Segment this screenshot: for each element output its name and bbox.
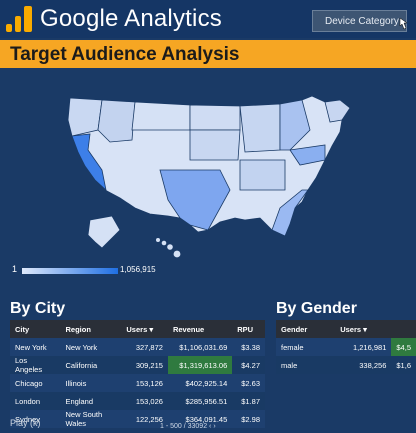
page-title: Target Audience Analysis: [10, 44, 240, 65]
mouse-cursor-icon: [399, 18, 408, 30]
hawaii-state: [156, 238, 181, 258]
cell: New York: [10, 338, 61, 356]
cell: female: [276, 338, 336, 356]
cell: 338,256: [335, 356, 392, 374]
cell: $2.63: [232, 374, 265, 392]
cell: 153,126: [121, 374, 168, 392]
table-row[interactable]: Sydney New South Wales 122,256 $364,091.…: [10, 410, 265, 428]
play-label: Play (k): [10, 418, 41, 428]
cell: Los Angeles: [10, 356, 61, 374]
us-states: [67, 95, 351, 237]
brand-name: Google Analytics: [40, 5, 222, 32]
column-header-users-sorted[interactable]: Users ▾: [121, 320, 168, 338]
cell: $285,956.51: [167, 392, 233, 410]
title-banner: Target Audience Analysis: [0, 40, 416, 68]
cell: $1,6: [391, 356, 416, 374]
table-row[interactable]: Chicago Illinois 153,126 $402,925.14 $2.…: [10, 374, 265, 392]
device-category-button[interactable]: Device Category: [312, 10, 407, 32]
cell: male: [276, 356, 336, 374]
cell: $4.27: [232, 356, 265, 374]
legend-min-label: 1: [12, 264, 18, 274]
table-row[interactable]: Los Angeles California 309,215 $1,319,61…: [10, 356, 265, 374]
cell: New York: [60, 338, 122, 356]
table-row[interactable]: London England 153,026 $285,956.51 $1.87: [10, 392, 265, 410]
column-header-users-sorted[interactable]: Users ▾: [335, 320, 392, 338]
cell: $1.87: [232, 392, 265, 410]
gender-table: Gender Users ▾ female 1,216,981 $4,5 mal…: [276, 320, 416, 374]
cell: $402,925.14: [167, 374, 233, 392]
cell: New South Wales: [60, 410, 122, 428]
cell: $1,106,031.69: [167, 338, 233, 356]
column-header[interactable]: Revenue: [167, 320, 233, 338]
column-header[interactable]: RPU: [232, 320, 265, 338]
by-city-title: By City: [10, 300, 66, 317]
cell: California: [60, 356, 122, 374]
cell: $3.38: [232, 338, 265, 356]
city-table: City Region Users ▾ Revenue RPU New York…: [10, 320, 265, 428]
table-row[interactable]: male 338,256 $1,6: [276, 356, 416, 374]
app-header: Google Analytics Device Category: [0, 0, 416, 38]
legend-color-scale: [22, 268, 118, 274]
table-row[interactable]: female 1,216,981 $4,5: [276, 338, 416, 356]
cell: $4,5: [391, 338, 416, 356]
cell: London: [10, 392, 61, 410]
cell: 1,216,981: [335, 338, 392, 356]
legend-max-label: 1,056,915: [120, 265, 156, 274]
cell: 327,872: [121, 338, 168, 356]
cell: 309,215: [121, 356, 168, 374]
column-header[interactable]: [391, 320, 416, 338]
table-row[interactable]: New York New York 327,872 $1,106,031.69 …: [10, 338, 265, 356]
cell: England: [60, 392, 122, 410]
column-header[interactable]: City: [10, 320, 61, 338]
cell: 153,026: [121, 392, 168, 410]
alaska-state: [87, 215, 121, 249]
us-choropleth-map[interactable]: [40, 90, 370, 270]
cell: Illinois: [60, 374, 122, 392]
analytics-logo-icon: [6, 4, 34, 32]
by-gender-title: By Gender: [276, 300, 357, 317]
cell: Chicago: [10, 374, 61, 392]
column-header[interactable]: Region: [60, 320, 122, 338]
cell: $2.98: [232, 410, 265, 428]
table-pagination[interactable]: 1 - 500 / 33092 ‹ ›: [160, 423, 216, 430]
column-header[interactable]: Gender: [276, 320, 336, 338]
cell: $1,319,613.06: [167, 356, 233, 374]
